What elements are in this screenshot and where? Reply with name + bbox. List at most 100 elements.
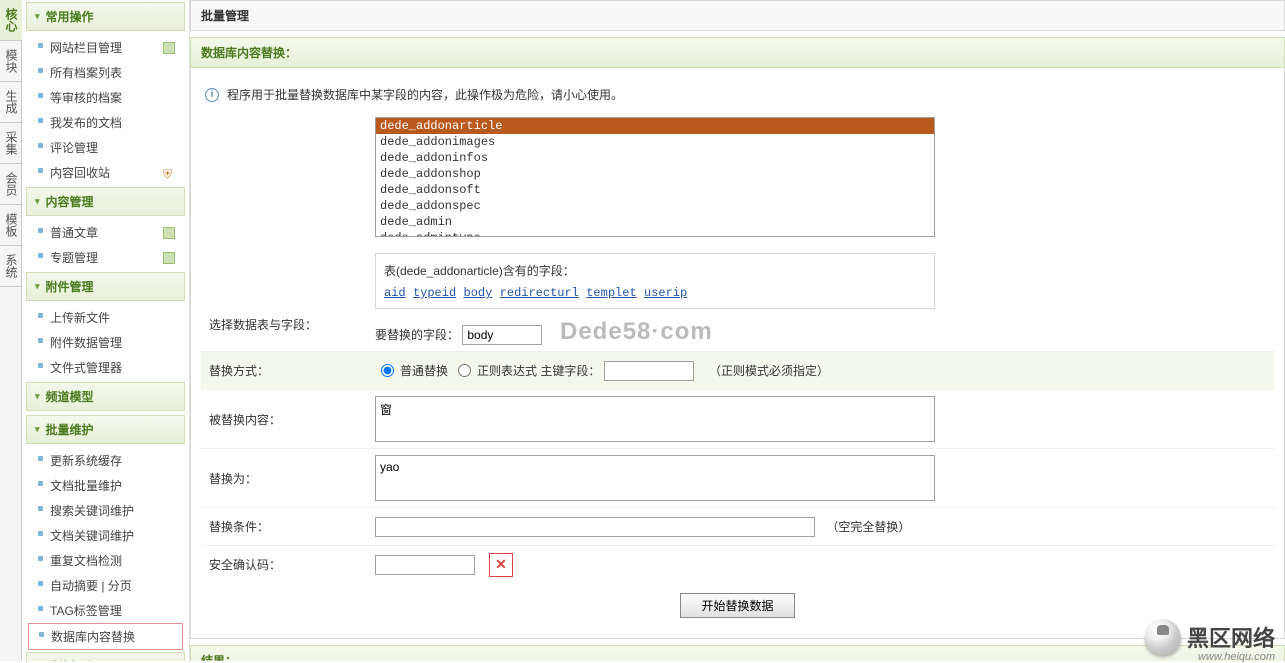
- input-cond[interactable]: [375, 517, 815, 537]
- textarea-from[interactable]: [375, 396, 935, 442]
- table-option[interactable]: dede_admintype: [376, 230, 934, 237]
- field-link[interactable]: userip: [644, 286, 687, 300]
- sidebar-item-label: 内容回收站: [50, 164, 110, 181]
- doc-icon: [163, 42, 175, 54]
- tab-member[interactable]: 会员: [0, 164, 23, 205]
- table-option[interactable]: dede_addonimages: [376, 134, 934, 150]
- tab-system[interactable]: 系统: [0, 246, 23, 287]
- field-link[interactable]: redirecturl: [500, 286, 579, 300]
- bullet-icon: [38, 581, 43, 586]
- sidebar-item-label: 文档关键词维护: [50, 527, 134, 544]
- sidebar-item-label: TAG标签管理: [50, 602, 122, 619]
- sidebar-item-label: 文档批量维护: [50, 477, 122, 494]
- tab-collect[interactable]: 采集: [0, 123, 23, 164]
- section-header: 数据库内容替换：: [190, 37, 1285, 68]
- label-from: 被替换内容：: [201, 390, 371, 448]
- input-pk-field[interactable]: [604, 361, 694, 381]
- bullet-icon: [38, 456, 43, 461]
- sidebar-item-label: 等审核的档案: [50, 89, 122, 106]
- sidebar-item[interactable]: 数据库内容替换: [28, 623, 183, 650]
- sidebar-item[interactable]: 所有档案列表: [28, 60, 183, 85]
- bullet-icon: [38, 143, 43, 148]
- captcha-image[interactable]: ✕: [489, 553, 513, 577]
- sidebar-item[interactable]: 重复文档检测: [28, 548, 183, 573]
- table-option[interactable]: dede_addonspec: [376, 198, 934, 214]
- sidebar-item-label: 搜索关键词维护: [50, 502, 134, 519]
- sidebar-item[interactable]: 网站栏目管理: [28, 35, 183, 60]
- bullet-icon: [38, 253, 43, 258]
- sidebar-item-label: 数据库内容替换: [51, 628, 135, 645]
- sidebar-group-header[interactable]: ▾系统帮助: [26, 652, 185, 661]
- input-replace-field[interactable]: [462, 325, 542, 345]
- fields-title: 表(dede_addonarticle)含有的字段：: [384, 262, 926, 279]
- sidebar-item[interactable]: 搜索关键词维护: [28, 498, 183, 523]
- submit-button[interactable]: 开始替换数据: [680, 593, 794, 618]
- sidebar-item[interactable]: 上传新文件: [28, 305, 183, 330]
- chevron-down-icon: ▾: [35, 196, 40, 207]
- table-listbox[interactable]: dede_addonarticledede_addonimagesdede_ad…: [375, 117, 935, 237]
- info-row: i 程序用于批量替换数据库中某字段的内容，此操作极为危险，请小心使用。: [201, 78, 1274, 111]
- table-option[interactable]: dede_addonsoft: [376, 182, 934, 198]
- sidebar-item[interactable]: 专题管理: [28, 245, 183, 270]
- table-option[interactable]: dede_admin: [376, 214, 934, 230]
- radio-mode-normal[interactable]: [381, 364, 394, 377]
- bullet-icon: [38, 118, 43, 123]
- sidebar-item[interactable]: 等审核的档案: [28, 85, 183, 110]
- input-captcha[interactable]: [375, 555, 475, 575]
- tab-template[interactable]: 模板: [0, 205, 23, 246]
- sidebar-item[interactable]: 更新系统缓存: [28, 448, 183, 473]
- sidebar-item[interactable]: 文件式管理器: [28, 355, 183, 380]
- tab-module[interactable]: 模块: [0, 41, 23, 82]
- sidebar-group-header[interactable]: ▾频道模型: [26, 382, 185, 411]
- info-icon: i: [205, 88, 219, 102]
- sidebar-group-header[interactable]: ▾常用操作: [26, 2, 185, 31]
- sidebar-item[interactable]: 评论管理: [28, 135, 183, 160]
- tab-core[interactable]: 核心: [0, 0, 23, 41]
- chevron-down-icon: ▾: [35, 391, 40, 402]
- label-captcha: 安全确认码：: [201, 546, 371, 583]
- sidebar-item-label: 文件式管理器: [50, 359, 122, 376]
- sidebar-item[interactable]: 我发布的文档: [28, 110, 183, 135]
- table-option[interactable]: dede_addonarticle: [376, 118, 934, 134]
- sidebar-group-header[interactable]: ▾批量维护: [26, 415, 185, 444]
- bullet-icon: [38, 531, 43, 536]
- sidebar-item[interactable]: TAG标签管理: [28, 598, 183, 623]
- sidebar-item-label: 专题管理: [50, 249, 98, 266]
- sidebar-item[interactable]: 附件数据管理: [28, 330, 183, 355]
- table-option[interactable]: dede_addoninfos: [376, 150, 934, 166]
- sidebar-item[interactable]: 文档批量维护: [28, 473, 183, 498]
- table-option[interactable]: dede_addonshop: [376, 166, 934, 182]
- sidebar-item-label: 普通文章: [50, 224, 98, 241]
- sidebar-item[interactable]: 普通文章: [28, 220, 183, 245]
- content-box: i 程序用于批量替换数据库中某字段的内容，此操作极为危险，请小心使用。 选择数据…: [190, 68, 1285, 639]
- label-replace-field: 要替换的字段：: [375, 328, 459, 342]
- field-link[interactable]: body: [464, 286, 493, 300]
- field-link[interactable]: aid: [384, 286, 406, 300]
- tab-generate[interactable]: 生成: [0, 82, 23, 123]
- main-content: 批量管理 数据库内容替换： i 程序用于批量替换数据库中某字段的内容，此操作极为…: [190, 0, 1285, 661]
- bullet-icon: [38, 481, 43, 486]
- chevron-down-icon: ▾: [35, 424, 40, 435]
- bullet-icon: [39, 632, 44, 637]
- field-link[interactable]: templet: [586, 286, 636, 300]
- radio-mode-regex[interactable]: [458, 364, 471, 377]
- sidebar-item[interactable]: 内容回收站 ⛨: [28, 160, 183, 185]
- label-cond: 替换条件：: [201, 508, 371, 545]
- sidebar-item[interactable]: 文档关键词维护: [28, 523, 183, 548]
- bullet-icon: [38, 313, 43, 318]
- fields-box: 表(dede_addonarticle)含有的字段： aid typeid bo…: [375, 253, 935, 309]
- doc-icon: [163, 227, 175, 239]
- shield-icon: ⛨: [163, 167, 175, 179]
- field-link[interactable]: typeid: [413, 286, 456, 300]
- sidebar-item-label: 自动摘要 | 分页: [50, 577, 132, 594]
- sidebar-item[interactable]: 自动摘要 | 分页: [28, 573, 183, 598]
- label-to: 替换为：: [201, 449, 371, 507]
- sidebar-group-header[interactable]: ▾内容管理: [26, 187, 185, 216]
- sidebar-group-header[interactable]: ▾附件管理: [26, 272, 185, 301]
- textarea-to[interactable]: [375, 455, 935, 501]
- text-mode-regex: 正则表达式 主键字段：: [477, 362, 600, 379]
- chevron-down-icon: ▾: [35, 281, 40, 292]
- text-mode-note: （正则模式必须指定）: [709, 362, 829, 379]
- sidebar-item-label: 所有档案列表: [50, 64, 122, 81]
- sidebar: ▾常用操作网站栏目管理所有档案列表等审核的档案我发布的文档评论管理内容回收站 ⛨ ▾…: [22, 0, 190, 661]
